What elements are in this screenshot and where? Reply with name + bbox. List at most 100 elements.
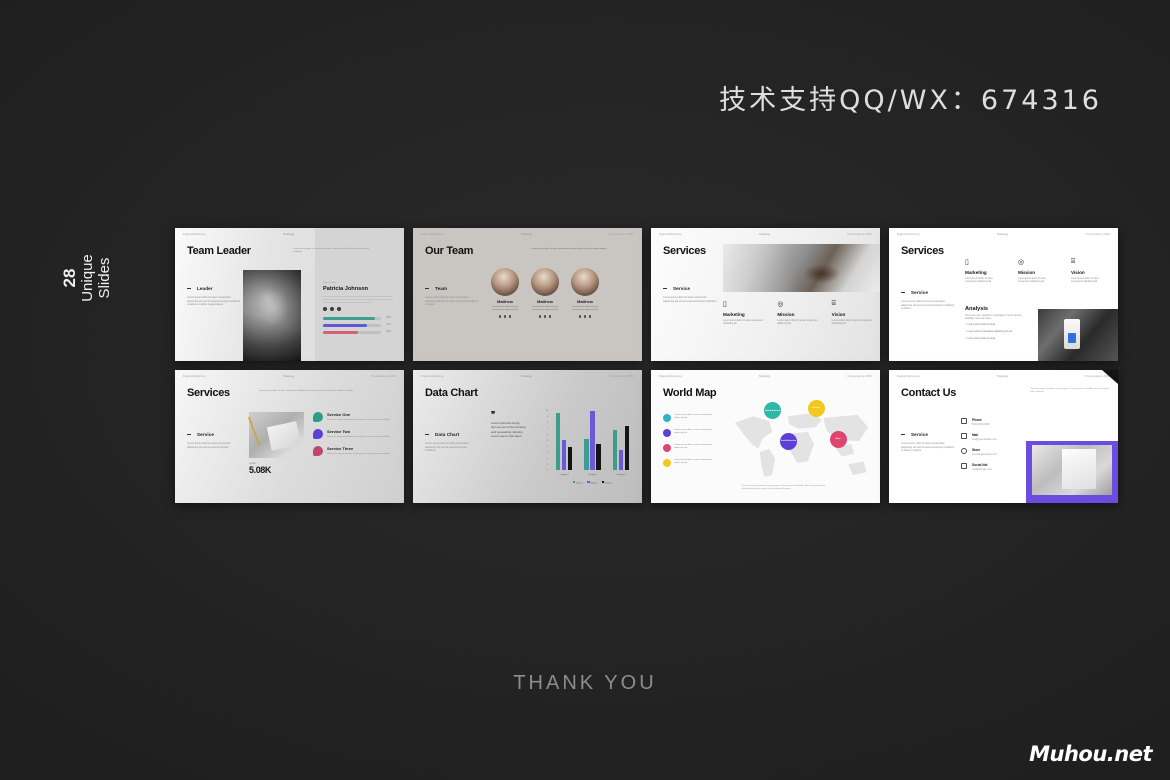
service-column[interactable]: ▯ Marketing Lorem ipsum dolor sit amet c… bbox=[965, 258, 1004, 284]
section-label: Service bbox=[911, 290, 929, 295]
contact-item[interactable]: Social Net mail@domain.com bbox=[961, 463, 1027, 471]
member-card[interactable]: Matthew Lorem ipsum dolor sit amet conse… bbox=[571, 268, 599, 318]
contact-item[interactable]: Store yoursite@example.com bbox=[961, 448, 1027, 456]
chart-y-tick: 2 bbox=[546, 458, 548, 460]
chart-bar bbox=[596, 443, 601, 470]
header-mid: Strategy bbox=[520, 375, 533, 378]
service-column[interactable]: ⌸ Vision Lorem ipsum dolor sit amet cons… bbox=[832, 300, 872, 326]
slide-title: Services bbox=[187, 387, 230, 399]
contact-item[interactable]: Phone 0000-0000-0000 bbox=[961, 418, 1027, 426]
slide-services-analysis[interactable]: Digital Marketing Strategy Presentation … bbox=[889, 228, 1118, 361]
quote-block: ❞ Lorem ipsumis simply dummy text of the… bbox=[491, 410, 527, 439]
header-left: Digital Marketing bbox=[897, 233, 920, 236]
deck-count-text: Unique Slides bbox=[79, 254, 113, 302]
map-pin[interactable]: South America bbox=[779, 433, 797, 451]
column-body: Lorem ipsum dolor sit amet consectetur a… bbox=[831, 320, 872, 326]
team-section: Team Lorem ipsum dolor sit amet consecte… bbox=[425, 286, 479, 307]
section-body: Lorem ipsum dolor sit amet consectetur a… bbox=[663, 296, 717, 303]
intro-note: Lorem ipsum dolor sit amet consectetur a… bbox=[531, 248, 607, 250]
service-item[interactable]: Service Three There are many variations … bbox=[313, 446, 396, 456]
slide-our-team[interactable]: Digital Marketing Strategy Presentation … bbox=[413, 228, 642, 361]
analysis-title: Analysis bbox=[965, 306, 989, 312]
facebook-icon bbox=[538, 315, 542, 318]
service-column[interactable]: ◎ Mission Lorem ipsum dolor sit amet con… bbox=[1018, 258, 1057, 284]
legend-item[interactable]: Lorem ipsum dolor sit amet consectetur a… bbox=[663, 414, 719, 422]
chart-bar bbox=[612, 430, 618, 470]
section-body: Lorem ipsum dolor sit amet consectetur a… bbox=[425, 296, 479, 307]
legend-item[interactable]: Lorem ipsum dolor sit amet consectetur a… bbox=[663, 429, 719, 437]
stat-value: 5.08K bbox=[249, 465, 272, 475]
contact-value: mail@yourwebsite.com bbox=[972, 438, 997, 441]
avatar bbox=[571, 268, 599, 296]
column-name: Vision bbox=[1071, 270, 1085, 275]
service-bubble-icon bbox=[313, 412, 323, 422]
header-left: Digital Marketing bbox=[421, 233, 444, 236]
service-column[interactable]: ◎ Mission Lorem ipsum dolor sit amet con… bbox=[777, 300, 817, 326]
service-item[interactable]: Service One There are many variations of… bbox=[313, 412, 396, 422]
member-card[interactable]: Matthew Lorem ipsum dolor sit amet conse… bbox=[531, 268, 559, 318]
service-item[interactable]: Service Two There are many variations of… bbox=[313, 429, 396, 439]
social-icons[interactable] bbox=[571, 315, 599, 318]
header-left: Digital Marketing bbox=[659, 233, 682, 236]
instagram-icon bbox=[508, 315, 512, 318]
column-body: Lorem ipsum dolor sit amet consectetur a… bbox=[1018, 278, 1046, 284]
twitter-icon bbox=[543, 315, 547, 318]
leader-photo bbox=[243, 270, 301, 361]
slide-team-leader[interactable]: Digital Marketing Strategy Presentation … bbox=[175, 228, 404, 361]
contact-name: Store bbox=[972, 448, 981, 452]
briefcase-icon: ⌸ bbox=[1071, 258, 1076, 265]
legend-item[interactable]: Lorem ipsum dolor sit amet consectetur a… bbox=[663, 459, 719, 467]
legend-text: Lorem ipsum dolor sit amet consectetur a… bbox=[674, 429, 713, 434]
section-label: Service bbox=[911, 432, 929, 437]
column-name: Mission bbox=[1018, 270, 1036, 275]
contact-item[interactable]: Mail mail@yourwebsite.com bbox=[961, 433, 1027, 441]
slide-services-hero[interactable]: Digital Marketing Strategy Presentation … bbox=[651, 228, 880, 361]
intro-note: Lorem ipsum dolor sit amet consectetur a… bbox=[259, 390, 354, 392]
legend-text: Lorem ipsum dolor sit amet consectetur a… bbox=[674, 459, 713, 464]
chart-bar bbox=[618, 449, 624, 470]
service-column[interactable]: ⌸ Vision Lorem ipsum dolor sit amet cons… bbox=[1071, 258, 1110, 284]
chart-legend-item: Series 1 bbox=[573, 480, 583, 484]
chart-bar-group bbox=[584, 410, 601, 470]
member-card[interactable]: Matthew Lorem ipsum dolor sit amet conse… bbox=[491, 268, 519, 318]
social-icons[interactable] bbox=[491, 315, 519, 318]
service-column[interactable]: ▯ Marketing Lorem ipsum dolor sit amet c… bbox=[723, 300, 763, 326]
service-photo bbox=[249, 412, 304, 458]
slide-services-stats[interactable]: Digital Marketing Strategy Presentation … bbox=[175, 370, 404, 503]
section-label: Leader bbox=[197, 286, 213, 291]
briefcase-icon: ⌸ bbox=[831, 300, 836, 307]
social-icons[interactable] bbox=[531, 315, 559, 318]
slide-contact-us[interactable]: Digital Marketing Strategy Presentation … bbox=[889, 370, 1118, 503]
slide-world-map[interactable]: Digital Marketing Strategy Presentation … bbox=[651, 370, 880, 503]
chart-bar bbox=[555, 413, 561, 470]
service-section: Service Lorem ipsum dolor sit amet conse… bbox=[901, 432, 955, 453]
header-right: Presentation 2020 bbox=[609, 375, 634, 378]
contact-value: 0000-0000-0000 bbox=[972, 423, 990, 426]
slide-data-chart[interactable]: Digital Marketing Strategy Presentation … bbox=[413, 370, 642, 503]
section-body: Lorem ipsum dolor sit amet consectetur a… bbox=[425, 442, 469, 453]
header-mid: Strategy bbox=[758, 233, 771, 236]
map-pin[interactable]: Asia bbox=[829, 431, 847, 449]
device-photo bbox=[1038, 309, 1118, 361]
slide-header: Digital Marketing Strategy Presentation … bbox=[413, 370, 642, 383]
slide-title: World Map bbox=[663, 387, 717, 399]
service-section: Service Lorem ipsum dolor sit amet conse… bbox=[663, 286, 717, 303]
person-name: Patricia Johnson bbox=[323, 286, 369, 292]
quote-mark-icon: ❞ bbox=[491, 410, 496, 419]
chart-bar bbox=[567, 447, 573, 470]
legend-item[interactable]: Lorem ipsum dolor sit amet consectetur a… bbox=[663, 444, 719, 452]
header-right: Presentation 2020 bbox=[847, 233, 872, 236]
social-icons[interactable] bbox=[323, 307, 393, 312]
chart-y-tick: 10 bbox=[545, 410, 548, 412]
service-name: Service Two bbox=[327, 429, 351, 434]
chart-legend: Series 1 Series 2 Series 3 bbox=[550, 480, 635, 484]
legend-text: Lorem ipsum dolor sit amet consectetur a… bbox=[674, 444, 713, 449]
map-note: There are many variations of passages of… bbox=[741, 485, 826, 490]
header-mid: Strategy bbox=[282, 375, 295, 378]
person-card: Team Leader Patricia Johnson 90% 75% 60% bbox=[323, 282, 393, 338]
map-pin[interactable]: Europe bbox=[807, 400, 825, 418]
legend-dot bbox=[663, 414, 671, 422]
service-columns: ▯ Marketing Lorem ipsum dolor sit amet c… bbox=[965, 258, 1110, 284]
chart-y-tick: 5 bbox=[546, 440, 548, 442]
column-body: Lorem ipsum dolor sit amet consectetur a… bbox=[1071, 278, 1099, 284]
